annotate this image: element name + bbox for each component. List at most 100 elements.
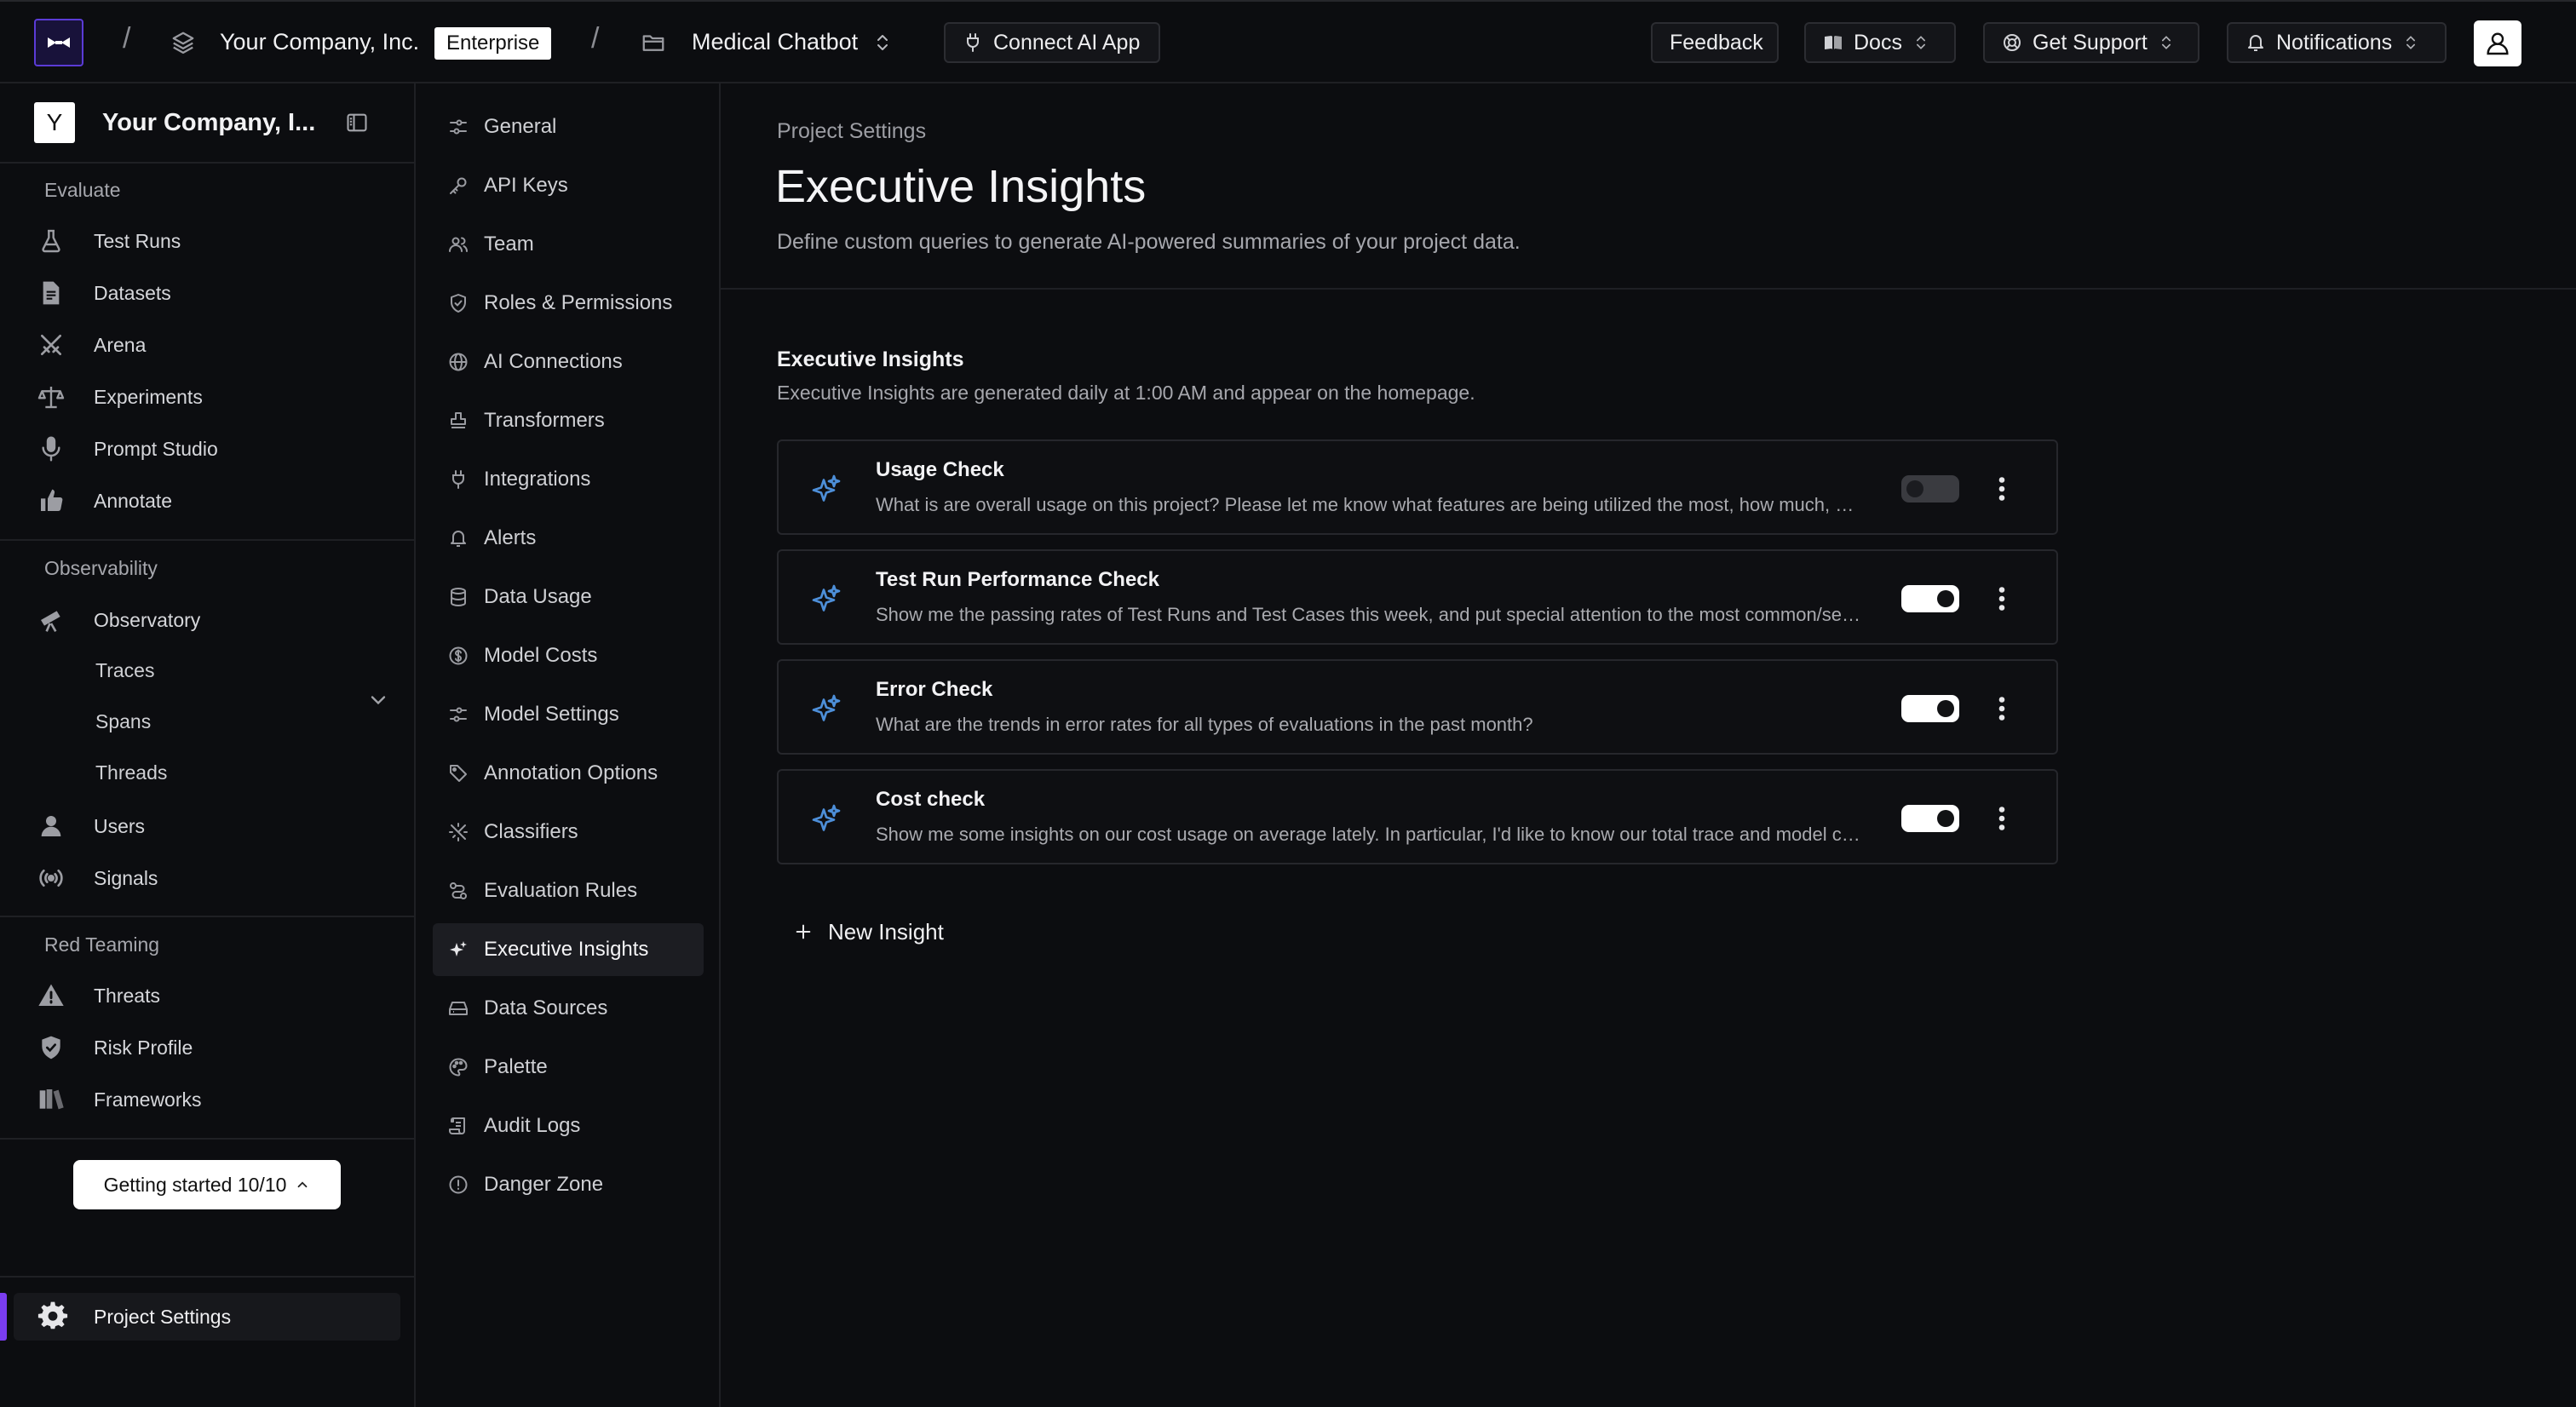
- user-icon: [2487, 32, 2509, 55]
- connect-ai-app-label: Connect AI App: [993, 30, 1141, 55]
- settings-nav-general[interactable]: General: [433, 100, 704, 153]
- flask-icon: [37, 227, 65, 255]
- logo-mark-icon: [48, 37, 70, 48]
- org-header[interactable]: Y Your Company, I...: [34, 102, 392, 146]
- settings-nav-label: Executive Insights: [484, 938, 649, 961]
- project-switcher[interactable]: Medical Chatbot: [692, 29, 858, 55]
- settings-nav-label: Alerts: [484, 526, 537, 549]
- section-title-red-teaming: Red Teaming: [44, 933, 160, 956]
- sidebar-item-label: Observatory: [94, 608, 201, 631]
- toggle-knob: [1937, 810, 1954, 827]
- sidebar-item-arena[interactable]: Arena: [37, 324, 395, 366]
- sidebar-subitem-threads[interactable]: Threads: [95, 761, 167, 784]
- sparkles-icon: [811, 803, 842, 834]
- section-description: Executive Insights are generated daily a…: [777, 382, 1475, 404]
- chevron-up-down-icon: [1912, 32, 1929, 53]
- sidebar-collapse-icon[interactable]: [344, 111, 370, 135]
- settings-nav-team[interactable]: Team: [433, 218, 704, 271]
- settings-nav-label: Evaluation Rules: [484, 879, 638, 902]
- sparkles-icon: [811, 693, 842, 724]
- settings-nav-roles-permissions[interactable]: Roles & Permissions: [433, 277, 704, 330]
- getting-started-label: Getting started 10/10: [103, 1173, 287, 1196]
- sidebar-item-frameworks[interactable]: Frameworks: [37, 1078, 395, 1121]
- palette-icon: [448, 1057, 469, 1077]
- settings-nav-alerts[interactable]: Alerts: [433, 512, 704, 565]
- settings-nav-integrations[interactable]: Integrations: [433, 453, 704, 506]
- user-avatar-button[interactable]: [2474, 20, 2521, 66]
- settings-nav-audit-logs[interactable]: Audit Logs: [433, 1100, 704, 1152]
- settings-nav-data-sources[interactable]: Data Sources: [433, 982, 704, 1035]
- route-icon: [448, 881, 469, 901]
- divider: [0, 539, 414, 541]
- sidebar-item-prompt-studio[interactable]: Prompt Studio: [37, 428, 395, 470]
- settings-nav-danger-zone[interactable]: Danger Zone: [433, 1158, 704, 1211]
- insight-toggle[interactable]: [1901, 805, 1959, 832]
- more-vertical-icon[interactable]: [1987, 693, 2017, 724]
- insight-card[interactable]: Error Check What are the trends in error…: [777, 659, 2058, 755]
- stamp-icon: [448, 411, 469, 431]
- insight-card[interactable]: Cost check Show me some insights on our …: [777, 769, 2058, 864]
- insight-card[interactable]: Usage Check What is are overall usage on…: [777, 439, 2058, 535]
- getting-started-button[interactable]: Getting started 10/10: [73, 1160, 341, 1209]
- insight-toggle[interactable]: [1901, 475, 1959, 502]
- org-avatar: Y: [34, 102, 75, 143]
- settings-nav-label: Data Usage: [484, 585, 592, 608]
- sidebar-item-risk-profile[interactable]: Risk Profile: [37, 1026, 395, 1069]
- insight-toggle[interactable]: [1901, 695, 1959, 722]
- chevron-down-icon[interactable]: [366, 688, 390, 712]
- notifications-button[interactable]: Notifications: [2227, 22, 2447, 63]
- sidebar-item-test-runs[interactable]: Test Runs: [37, 220, 395, 262]
- life-buoy-icon: [2002, 32, 2022, 53]
- settings-nav-palette[interactable]: Palette: [433, 1041, 704, 1094]
- settings-nav-classifiers[interactable]: Classifiers: [433, 806, 704, 859]
- settings-nav-label: Transformers: [484, 409, 605, 432]
- page-title: Executive Insights: [775, 161, 1147, 212]
- settings-nav-label: Annotation Options: [484, 761, 658, 784]
- key-icon: [448, 175, 469, 196]
- sidebar-item-annotate[interactable]: Annotate: [37, 480, 395, 522]
- breadcrumb-separator: /: [123, 22, 131, 55]
- settings-nav-label: General: [484, 115, 557, 138]
- get-support-button[interactable]: Get Support: [1983, 22, 2199, 63]
- settings-nav-label: AI Connections: [484, 350, 623, 373]
- app-logo[interactable]: [34, 19, 83, 66]
- sidebar-item-datasets[interactable]: Datasets: [37, 272, 395, 314]
- sidebar-item-project-settings[interactable]: Project Settings: [0, 1293, 400, 1341]
- sidebar-item-experiments[interactable]: Experiments: [37, 376, 395, 418]
- more-vertical-icon[interactable]: [1987, 803, 2017, 834]
- settings-nav-evaluation-rules[interactable]: Evaluation Rules: [433, 864, 704, 917]
- chevron-up-down-icon[interactable]: [872, 31, 893, 55]
- sidebar-item-threats[interactable]: Threats: [37, 974, 395, 1017]
- settings-nav-annotation-options[interactable]: Annotation Options: [433, 747, 704, 800]
- insight-toggle[interactable]: [1901, 585, 1959, 612]
- sidebar-item-users[interactable]: Users: [37, 805, 395, 847]
- new-insight-button[interactable]: New Insight: [794, 915, 944, 949]
- sidebar-item-label: Users: [94, 814, 146, 837]
- sidebar-item-label: Experiments: [94, 385, 203, 408]
- sidebar-subitem-traces[interactable]: Traces: [95, 659, 154, 682]
- sidebar-item-signals[interactable]: Signals: [37, 857, 395, 899]
- folder-icon: [641, 30, 666, 55]
- insight-card[interactable]: Test Run Performance Check Show me the p…: [777, 549, 2058, 645]
- sidebar-subitem-spans[interactable]: Spans: [95, 710, 151, 733]
- org-switcher[interactable]: Your Company, Inc.: [220, 29, 419, 55]
- docs-button[interactable]: Docs: [1804, 22, 1956, 63]
- settings-nav-data-usage[interactable]: Data Usage: [433, 571, 704, 623]
- settings-nav-model-settings[interactable]: Model Settings: [433, 688, 704, 741]
- sidebar-item-label: Signals: [94, 866, 158, 889]
- settings-nav-executive-insights[interactable]: Executive Insights: [433, 923, 704, 976]
- feedback-button[interactable]: Feedback: [1651, 22, 1779, 63]
- globe-icon: [448, 352, 469, 372]
- settings-nav-ai-connections[interactable]: AI Connections: [433, 336, 704, 388]
- settings-nav-model-costs[interactable]: Model Costs: [433, 629, 704, 682]
- plug-icon: [963, 32, 983, 53]
- more-vertical-icon[interactable]: [1987, 583, 2017, 614]
- settings-nav-api-keys[interactable]: API Keys: [433, 159, 704, 212]
- sidebar-item-observatory[interactable]: Observatory: [37, 599, 395, 641]
- more-vertical-icon[interactable]: [1987, 474, 2017, 504]
- project-settings-label: Project Settings: [94, 1305, 232, 1328]
- settings-nav-transformers[interactable]: Transformers: [433, 394, 704, 447]
- connect-ai-app-button[interactable]: Connect AI App: [944, 22, 1160, 63]
- docs-label: Docs: [1854, 30, 1902, 55]
- plan-badge: Enterprise: [434, 27, 552, 60]
